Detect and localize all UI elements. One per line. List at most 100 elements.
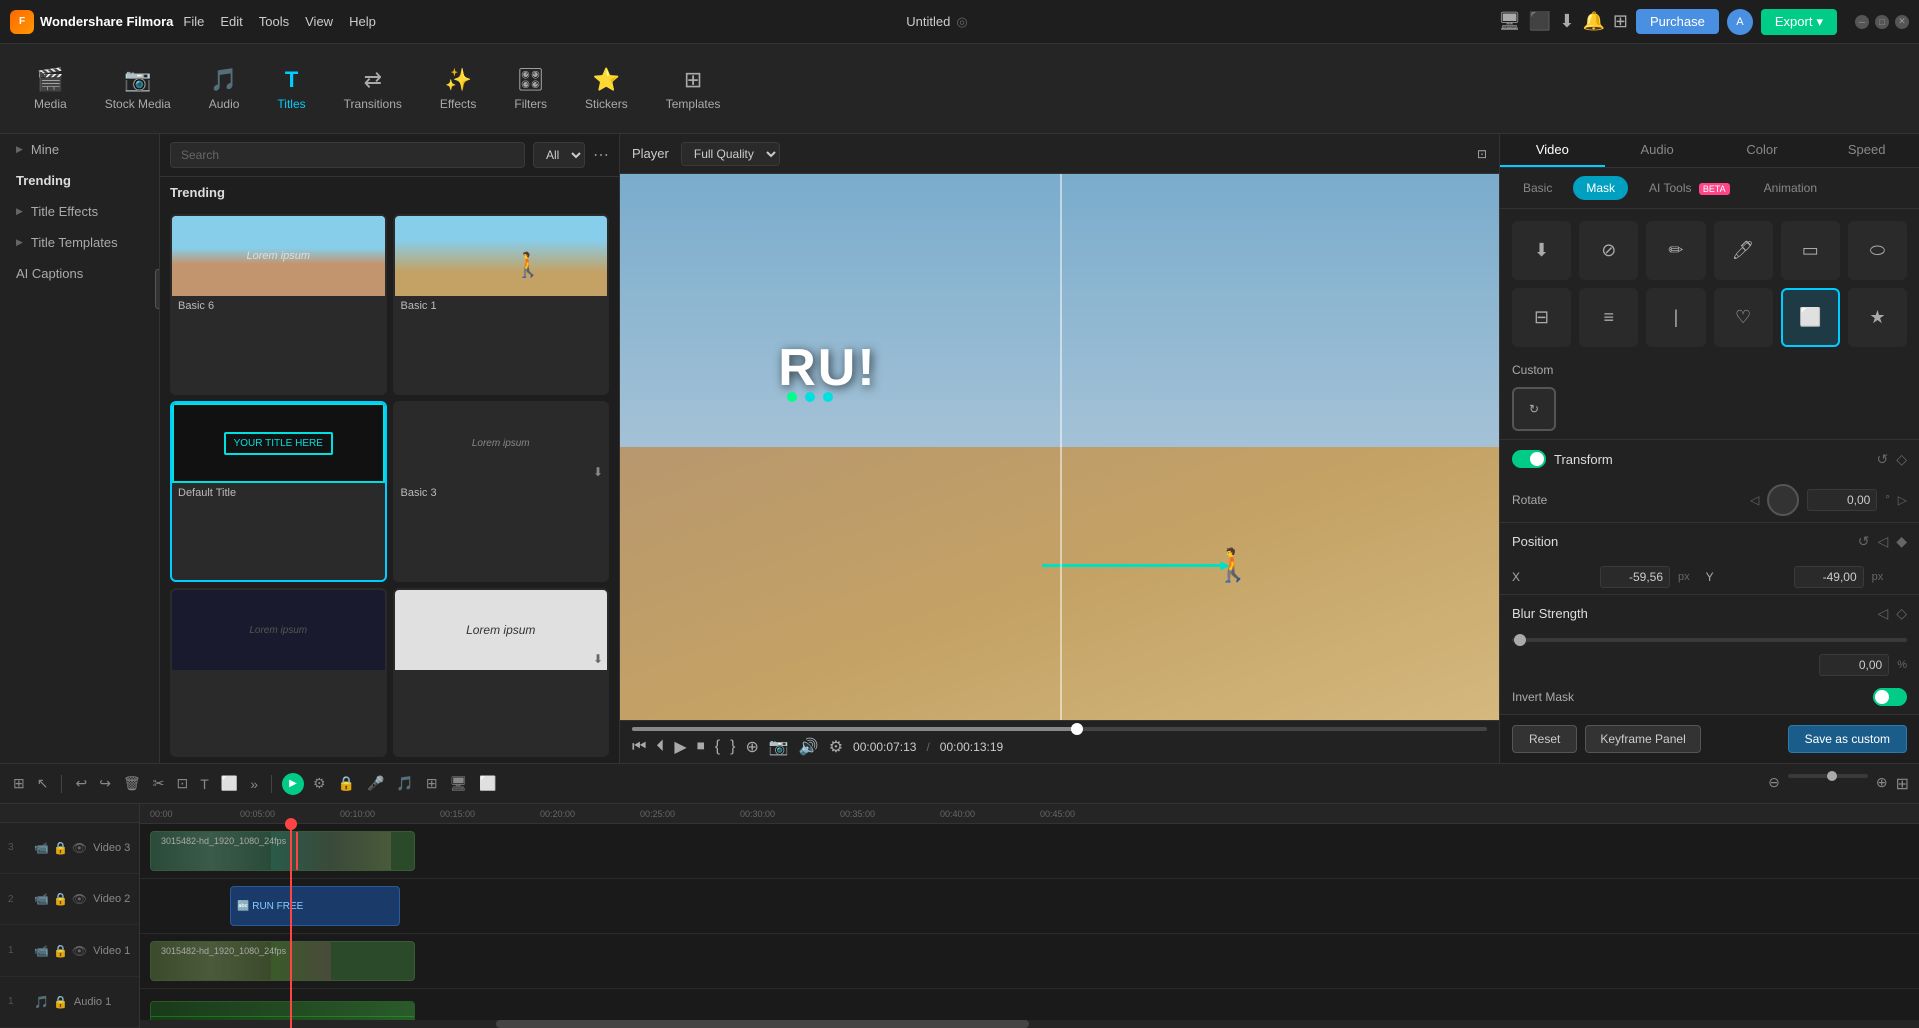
track-lock-icon-v1[interactable]: 🔒 bbox=[53, 944, 68, 958]
topbar-icon-bell[interactable]: 🔔 bbox=[1582, 11, 1604, 32]
toolbar-media[interactable]: 🎬 Media bbox=[20, 61, 81, 117]
user-avatar[interactable]: A bbox=[1727, 9, 1753, 35]
minimize-button[interactable]: ─ bbox=[1855, 15, 1869, 29]
position-y-input[interactable] bbox=[1794, 566, 1864, 588]
grid-item-basic5[interactable]: Lorem ipsum ⬇ bbox=[393, 588, 610, 757]
grid-item-basic6[interactable]: Lorem ipsum Basic 6 bbox=[170, 214, 387, 395]
track-lock-icon-v2[interactable]: 🔒 bbox=[53, 892, 68, 906]
download-icon-basic5[interactable]: ⬇ bbox=[593, 652, 603, 666]
stop-button[interactable]: ⏹ bbox=[697, 738, 705, 756]
mark-out-button[interactable]: } bbox=[730, 738, 735, 756]
grid-item-basic1[interactable]: 🚶 Basic 1 bbox=[393, 214, 610, 395]
rotate-input[interactable] bbox=[1807, 489, 1877, 511]
toolbar-transitions[interactable]: ⇄ Transitions bbox=[330, 61, 416, 117]
player-tab[interactable]: Player bbox=[632, 146, 669, 161]
toolbar-effects[interactable]: ✨ Effects bbox=[426, 61, 490, 117]
tl-crop-button[interactable]: ⊡ bbox=[173, 772, 191, 795]
clip-video2-title[interactable]: 🔤 RUN FREE bbox=[230, 886, 400, 926]
tab-audio[interactable]: Audio bbox=[1605, 134, 1710, 167]
toolbar-stock-media[interactable]: 📷 Stock Media bbox=[91, 61, 185, 117]
position-reset-icon[interactable]: ↺ bbox=[1858, 533, 1870, 550]
subtab-ai-tools[interactable]: AI Tools BETA bbox=[1636, 176, 1743, 200]
playhead[interactable] bbox=[290, 824, 292, 1028]
play-back-button[interactable]: ⏴ bbox=[656, 738, 664, 756]
tl-delete-button[interactable]: 🗑 bbox=[120, 772, 144, 795]
mask-icon-pen[interactable]: ✏ bbox=[1646, 221, 1705, 280]
tab-video[interactable]: Video bbox=[1500, 134, 1605, 167]
save-as-custom-button[interactable]: Save as custom bbox=[1788, 725, 1907, 753]
maximize-button[interactable]: □ bbox=[1875, 15, 1889, 29]
mask-dot-1[interactable] bbox=[787, 392, 797, 402]
fullscreen-icon[interactable]: ⊡ bbox=[1477, 147, 1487, 161]
grid-item-default-title[interactable]: YOUR TITLE HERE Default Title bbox=[170, 401, 387, 582]
tl-mask-button[interactable]: ⬜ bbox=[218, 772, 241, 795]
zoom-minus-button[interactable]: ⊖ bbox=[1768, 774, 1780, 794]
topbar-icon-download[interactable]: ⬇ bbox=[1559, 11, 1574, 32]
clip-video3[interactable]: 3015482-hd_1920_1080_24fps ✂ bbox=[150, 831, 415, 871]
playhead-head[interactable] bbox=[285, 818, 297, 830]
purchase-button[interactable]: Purchase bbox=[1636, 9, 1719, 34]
menu-tools[interactable]: Tools bbox=[259, 14, 289, 29]
sidebar-item-title-templates[interactable]: ▶ Title Templates bbox=[0, 227, 159, 258]
play-button[interactable]: ▶ bbox=[674, 737, 686, 757]
tl-pip-button[interactable]: ⬜ bbox=[476, 772, 499, 795]
topbar-icon-grid[interactable]: ⊞ bbox=[1613, 11, 1628, 32]
track-cam-icon-v2[interactable]: 📹 bbox=[34, 892, 49, 906]
mask-icon-lines1[interactable]: ⊟ bbox=[1512, 288, 1571, 347]
toolbar-templates[interactable]: ⊞ Templates bbox=[652, 61, 735, 117]
export-button[interactable]: Export ▾ bbox=[1761, 9, 1837, 35]
tl-camera-button[interactable]: ⊞ bbox=[423, 772, 441, 795]
track-audio-icon-a1[interactable]: 🎵 bbox=[34, 995, 49, 1009]
audio-button[interactable]: 🔊 bbox=[799, 737, 819, 757]
zoom-plus-button[interactable]: ⊕ bbox=[1876, 774, 1888, 794]
subtab-animation[interactable]: Animation bbox=[1751, 176, 1830, 200]
tl-play-circle-button[interactable]: ▶ bbox=[282, 773, 304, 795]
tl-select-button[interactable]: ↖ bbox=[34, 772, 52, 795]
mask-icon-heart[interactable]: ♡ bbox=[1714, 288, 1773, 347]
blur-slider-thumb[interactable] bbox=[1514, 634, 1526, 646]
sidebar-item-ai-captions[interactable]: AI Captions bbox=[0, 258, 159, 289]
position-left-icon[interactable]: ◁ bbox=[1877, 533, 1888, 550]
reset-button[interactable]: Reset bbox=[1512, 725, 1577, 753]
mask-icon-download[interactable]: ⬇ bbox=[1512, 221, 1571, 280]
track-eye-icon-v2[interactable]: 👁 bbox=[72, 892, 87, 906]
subtab-mask[interactable]: Mask bbox=[1573, 176, 1628, 200]
topbar-icon-monitor[interactable]: 🖥 bbox=[1498, 11, 1521, 32]
tl-more-button[interactable]: » bbox=[247, 773, 261, 795]
mask-icon-bar[interactable]: | bbox=[1646, 288, 1705, 347]
menu-file[interactable]: File bbox=[183, 14, 204, 29]
download-icon-basic3[interactable]: ⬇ bbox=[593, 465, 603, 479]
toolbar-titles[interactable]: T Titles bbox=[263, 61, 319, 117]
track-eye-icon-v1[interactable]: 👁 bbox=[72, 944, 87, 958]
track-cam-icon-v3[interactable]: 📹 bbox=[34, 841, 49, 855]
blur-slider[interactable] bbox=[1512, 638, 1907, 642]
mask-icon-brush[interactable]: 🖊 bbox=[1714, 221, 1773, 280]
tl-cut-button[interactable]: ✂ bbox=[150, 772, 168, 795]
mask-dot-2[interactable] bbox=[805, 392, 815, 402]
tl-split-view-button[interactable]: ⊞ bbox=[10, 772, 28, 795]
snapshot-button[interactable]: 📷 bbox=[769, 737, 789, 757]
tl-text-button[interactable]: T bbox=[197, 773, 212, 795]
tl-undo-button[interactable]: ↩ bbox=[72, 772, 90, 795]
mask-icon-rect[interactable]: ▭ bbox=[1781, 221, 1840, 280]
settings-button[interactable]: ⚙ bbox=[829, 737, 843, 757]
grid-item-basic4[interactable]: Lorem ipsum bbox=[170, 588, 387, 757]
progress-thumb[interactable] bbox=[1071, 723, 1083, 735]
sidebar-item-title-effects[interactable]: ▶ Title Effects bbox=[0, 196, 159, 227]
sidebar-item-mine[interactable]: ▶ Mine bbox=[0, 134, 159, 165]
add-marker-button[interactable]: ⊕ bbox=[745, 737, 758, 757]
progress-bar[interactable] bbox=[632, 727, 1487, 731]
menu-edit[interactable]: Edit bbox=[220, 14, 242, 29]
track-eye-icon-v3[interactable]: 👁 bbox=[72, 841, 87, 855]
filter-select[interactable]: All bbox=[533, 142, 585, 168]
grid-item-basic3[interactable]: Lorem ipsum ⬇ Basic 3 bbox=[393, 401, 610, 582]
zoom-thumb[interactable] bbox=[1827, 771, 1837, 781]
tab-color[interactable]: Color bbox=[1710, 134, 1815, 167]
skip-back-button[interactable]: ⏮ bbox=[632, 738, 646, 756]
blur-left-icon[interactable]: ◁ bbox=[1877, 605, 1888, 622]
tl-grid-button[interactable]: ⊞ bbox=[1896, 774, 1909, 794]
rotate-left-icon[interactable]: ◁ bbox=[1750, 493, 1759, 507]
scrollbar-thumb[interactable] bbox=[496, 1020, 1030, 1028]
transform-keyframe-icon[interactable]: ◇ bbox=[1896, 451, 1907, 468]
mask-icon-slash[interactable]: ⊘ bbox=[1579, 221, 1638, 280]
